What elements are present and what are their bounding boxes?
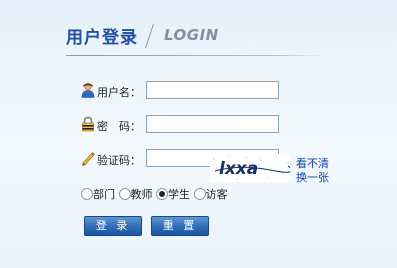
password-input[interactable] [146,115,279,133]
user-icon [81,82,95,98]
username-input[interactable] [146,81,279,99]
title-divider [145,24,154,48]
role-selector: 部门 教师 学生 访客 [81,186,228,204]
captcha-graphic: lxxa [210,154,292,182]
username-label: 用户名： [97,86,141,99]
refresh-line-1: 看不清 [296,157,329,170]
login-button[interactable]: 登 录 [84,216,142,236]
role-option-student[interactable]: 学生 [156,186,190,202]
password-label: 密 码： [97,120,141,133]
captcha-image[interactable]: lxxa [210,154,292,182]
role-option-department[interactable]: 部门 [81,186,115,202]
role-label-department: 部门 [93,188,115,201]
page-title: 用户登录 [66,28,138,48]
page-title-english: LOGIN [164,26,219,44]
role-radio-teacher[interactable] [118,188,131,200]
role-radio-department[interactable] [81,188,93,200]
role-option-teacher[interactable]: 教师 [118,186,153,202]
refresh-captcha-link[interactable]: 看不清 换一张 [296,157,336,185]
role-label-student: 学生 [168,188,190,201]
role-radio-visitor[interactable] [193,188,206,200]
lock-icon [82,116,94,132]
role-label-teacher: 教师 [130,188,153,201]
captcha-label: 验证码： [97,154,141,167]
reset-button[interactable]: 重 置 [151,216,209,236]
role-radio-student[interactable] [156,188,168,200]
role-label-visitor: 访客 [205,188,228,201]
role-option-visitor[interactable]: 访客 [193,186,228,202]
pencil-icon [82,152,95,166]
header-rule [66,55,327,56]
refresh-line-2: 换一张 [296,171,329,184]
